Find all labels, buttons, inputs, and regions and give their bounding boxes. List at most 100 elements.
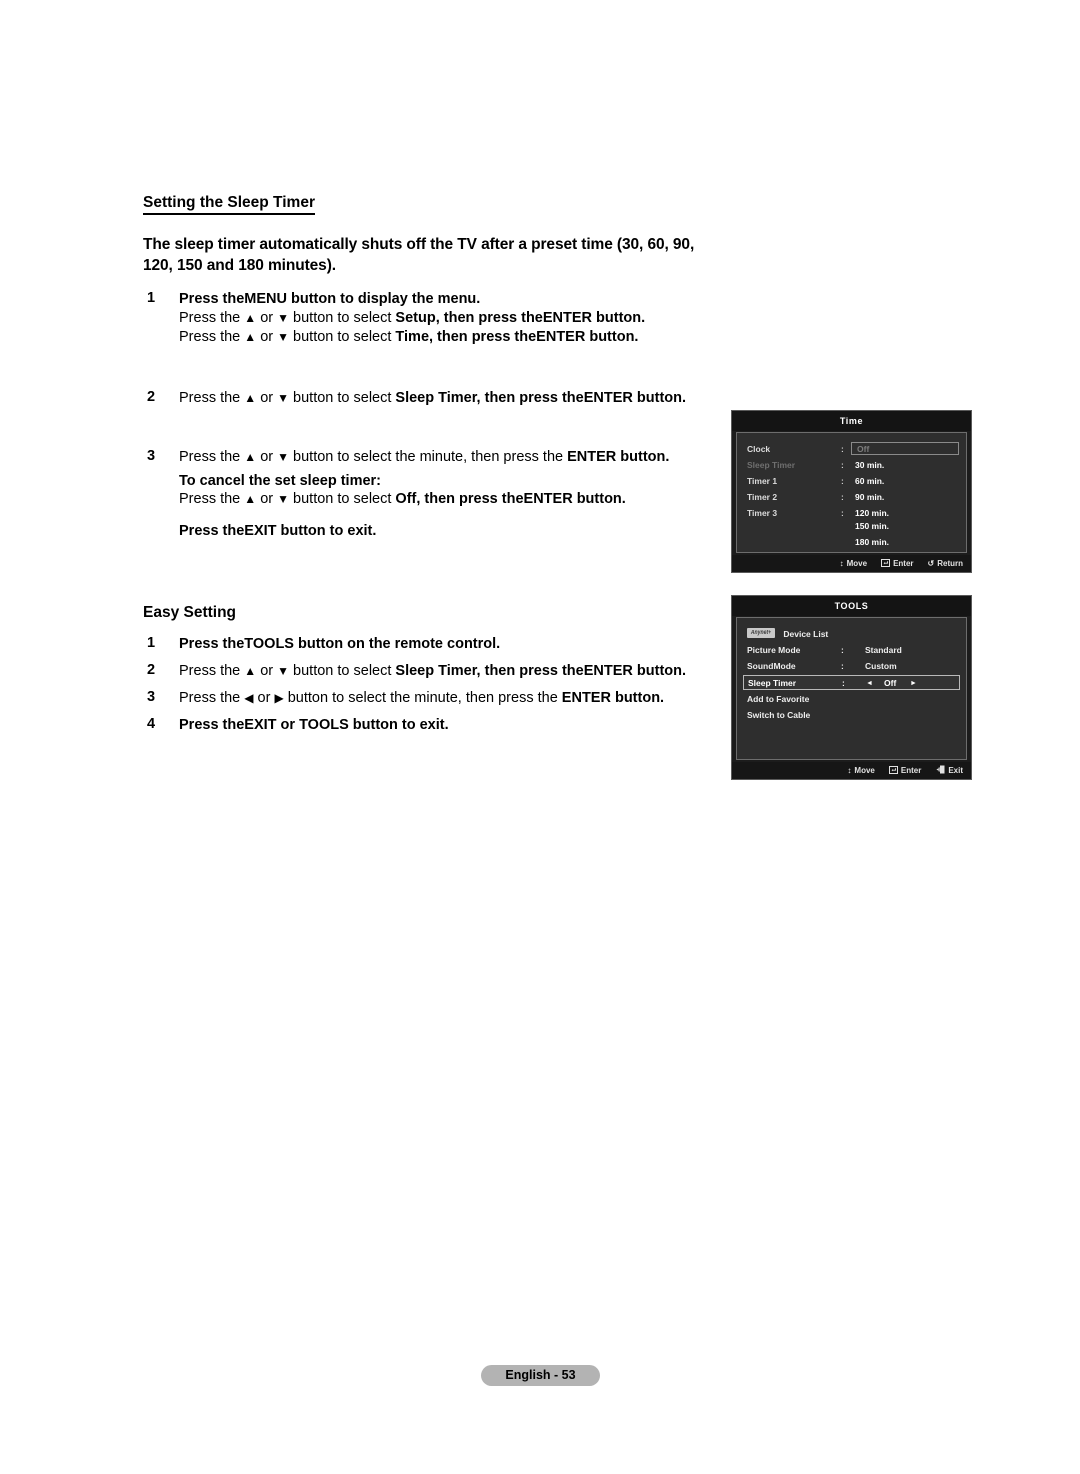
easy-step-4: 4 Press theEXIT or TOOLS button to exit.: [143, 716, 718, 735]
osd-tools-row-device-list[interactable]: Anynet+ Device List: [737, 626, 966, 642]
osd-time-footer-enter-label: Enter: [893, 559, 914, 568]
osd-tools-footer-move-label: Move: [854, 766, 875, 775]
anynet-logo-icon: Anynet+: [747, 628, 775, 638]
osd-time-value-90[interactable]: 90 min.: [855, 489, 884, 505]
easy-setting-heading: Easy Setting: [143, 604, 237, 622]
osd-time-footer-return-label: Return: [937, 559, 963, 568]
osd-tools-footer-exit-label: Exit: [948, 766, 963, 775]
step-1-number: 1: [147, 290, 156, 307]
step-2-line-1: Press the ▲ or ▼ button to select Sleep …: [179, 389, 687, 406]
osd-tools-footer-enter[interactable]: Enter: [888, 765, 922, 776]
osd-time-colon-clock: :: [841, 444, 844, 454]
osd-tools-colon-sound-mode: :: [841, 661, 844, 671]
osd-tools-value-picture-mode: Standard: [865, 645, 902, 655]
step-2-number: 2: [147, 388, 156, 405]
osd-tools-label-switch-to-cable: Switch to Cable: [747, 710, 811, 720]
osd-time-row-timer-1[interactable]: Timer 1 : 60 min.: [737, 473, 966, 489]
manual-page: Setting the Sleep Timer The sleep timer …: [0, 0, 1080, 1474]
step-1-line-1: Press theMENU button to display the menu…: [179, 291, 481, 308]
enter-key-icon: [881, 558, 891, 569]
osd-time-row-sleep-timer[interactable]: Sleep Timer : 30 min.: [737, 457, 966, 473]
easy-step-4-number: 4: [147, 715, 156, 732]
osd-time-label-timer-1: Timer 1: [747, 476, 778, 486]
osd-tools-label-add-to-favorite: Add to Favorite: [747, 694, 810, 704]
osd-time-row-clock[interactable]: Clock : Off: [737, 441, 966, 457]
osd-tools-body: Anynet+ Device List Picture Mode : Stand…: [736, 617, 967, 760]
osd-time-colon-sleep-timer: :: [841, 460, 844, 470]
osd-tools-value-sleep-timer: Off: [884, 678, 897, 688]
step-3-line-3: Press the ▲ or ▼ button to select Off, t…: [179, 491, 626, 508]
anynet-logo-text: Anynet+: [750, 630, 772, 636]
osd-time-colon-timer-2: :: [841, 492, 844, 502]
step-3-exit-note: Press theEXIT button to exit.: [179, 523, 377, 540]
osd-time-value-150[interactable]: 150 min.: [855, 521, 889, 531]
osd-time-selected-off[interactable]: Off: [851, 442, 959, 455]
instructions-column: Setting the Sleep Timer The sleep timer …: [143, 193, 718, 735]
up-down-arrow-icon: ↕: [839, 558, 844, 568]
easy-step-1-number: 1: [147, 635, 156, 652]
osd-time-label-timer-2: Timer 2: [747, 492, 778, 502]
osd-tools-label-picture-mode: Picture Mode: [747, 645, 801, 655]
section-heading: Setting the Sleep Timer: [143, 193, 315, 216]
osd-tools-footer-enter-label: Enter: [900, 766, 922, 775]
osd-tools-footer: ↕ Move Enter Exit: [732, 762, 971, 779]
step-1: 1 Press theMENU button to display the me…: [143, 290, 718, 347]
osd-tools-colon-picture-mode: :: [841, 645, 844, 655]
osd-time-value-180[interactable]: 180 min.: [855, 537, 889, 547]
step-2: 2 Press the ▲ or ▼ button to select Slee…: [143, 389, 718, 408]
enter-key-icon: [888, 765, 898, 776]
osd-time-colon-timer-3: :: [841, 508, 844, 518]
osd-tools-row-picture-mode[interactable]: Picture Mode : Standard: [737, 642, 966, 658]
step-1-line-3: Press the ▲ or ▼ button to select Time, …: [179, 328, 639, 345]
easy-step-1: 1 Press theTOOLS button on the remote co…: [143, 635, 718, 654]
osd-tools-panel: TOOLS Anynet+ Device List Picture Mode :…: [731, 595, 972, 780]
osd-time-value-120[interactable]: 120 min.: [855, 505, 889, 521]
osd-tools-row-add-to-favorite[interactable]: Add to Favorite: [737, 691, 966, 707]
easy-step-3-text: Press the ◀ or ▶ button to select the mi…: [179, 689, 665, 706]
osd-time-label-sleep-timer: Sleep Timer: [747, 460, 796, 470]
osd-time-row-timer-3[interactable]: Timer 3 : 120 min.: [737, 505, 966, 521]
osd-tools-label-sound-mode: SoundMode: [747, 661, 796, 671]
step-1-line-2: Press the ▲ or ▼ button to select Setup,…: [179, 310, 646, 327]
page-number-badge: English - 53: [481, 1365, 600, 1386]
osd-time-label-timer-3: Timer 3: [747, 508, 778, 518]
osd-time-body: Clock : Off Sleep Timer : 30 min. Timer …: [736, 432, 967, 553]
osd-time-footer-return[interactable]: ↺ Return: [928, 559, 963, 568]
osd-time-row-timer-2[interactable]: Timer 2 : 90 min.: [737, 489, 966, 505]
osd-time-footer: ↕ Move Enter ↺ Return: [732, 555, 971, 572]
easy-step-4-text: Press theEXIT or TOOLS button to exit.: [179, 716, 449, 733]
easy-step-3: 3 Press the ◀ or ▶ button to select the …: [143, 689, 718, 708]
step-3-line-1: Press the ▲ or ▼ button to select the mi…: [179, 448, 670, 465]
left-arrow-icon[interactable]: ◄: [866, 676, 873, 691]
osd-time-panel: Time Clock : Off Sleep Timer : 30 min. T…: [731, 410, 972, 573]
step-3: 3 Press the ▲ or ▼ button to select the …: [143, 448, 718, 541]
easy-step-2-number: 2: [147, 662, 156, 679]
right-arrow-icon[interactable]: ►: [910, 676, 917, 691]
easy-step-2-text: Press the ▲ or ▼ button to select Sleep …: [179, 663, 687, 680]
intro-paragraph: The sleep timer automatically shuts off …: [143, 236, 695, 274]
osd-tools-row-sound-mode[interactable]: SoundMode : Custom: [737, 658, 966, 674]
osd-time-footer-move[interactable]: ↕ Move: [840, 559, 867, 568]
exit-door-icon: [935, 765, 945, 776]
osd-tools-label-sleep-timer: Sleep Timer: [748, 678, 797, 688]
osd-tools-value-sound-mode: Custom: [865, 661, 897, 671]
osd-tools-footer-move[interactable]: ↕ Move: [847, 766, 874, 775]
osd-tools-colon-sleep-timer: :: [842, 678, 845, 688]
osd-tools-title: TOOLS: [732, 596, 971, 616]
step-3-subheading: To cancel the set sleep timer:: [179, 472, 381, 489]
osd-time-label-clock: Clock: [747, 444, 771, 454]
osd-time-footer-move-label: Move: [846, 559, 868, 568]
osd-tools-row-sleep-timer-selected[interactable]: Sleep Timer : ◄ Off ►: [743, 675, 960, 690]
up-down-arrow-icon: ↕: [847, 765, 852, 775]
easy-step-1-text: Press theTOOLS button on the remote cont…: [179, 636, 501, 653]
osd-tools-row-switch-to-cable[interactable]: Switch to Cable: [737, 707, 966, 723]
osd-time-value-60[interactable]: 60 min.: [855, 473, 884, 489]
return-arrow-icon: ↺: [927, 558, 935, 568]
osd-time-value-30[interactable]: 30 min.: [855, 457, 884, 473]
osd-time-footer-enter[interactable]: Enter: [881, 558, 914, 569]
osd-tools-footer-exit[interactable]: Exit: [935, 765, 963, 776]
osd-time-title: Time: [732, 411, 971, 431]
osd-tools-label-device-list: Device List: [783, 629, 829, 639]
step-3-number: 3: [147, 447, 156, 464]
osd-time-colon-timer-1: :: [841, 476, 844, 486]
